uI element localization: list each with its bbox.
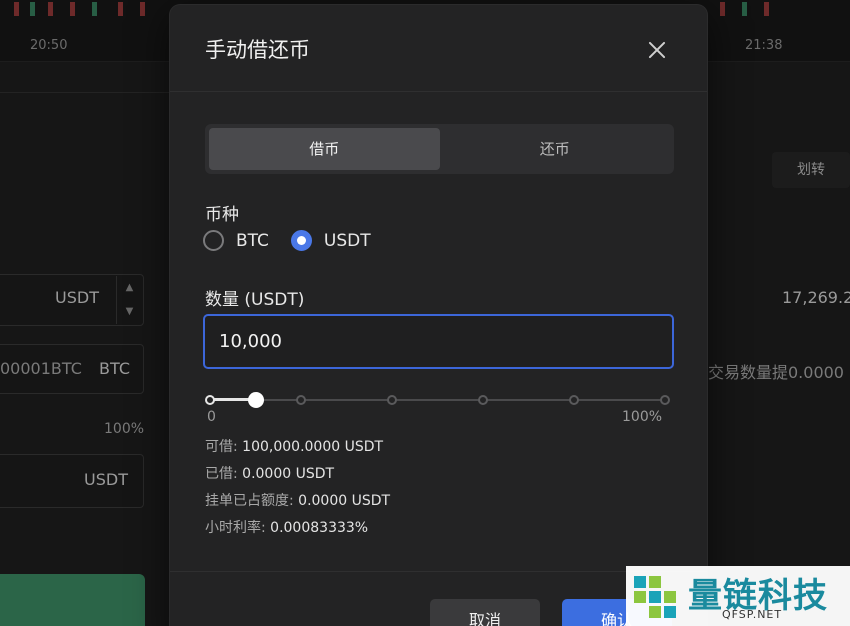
slider-handle[interactable] [247, 392, 264, 408]
candle [48, 2, 53, 16]
candle [720, 2, 725, 16]
price-currency-label: USDT [55, 288, 99, 307]
candle [70, 2, 75, 16]
borrow-repay-tabs: 借币 还币 [205, 124, 674, 174]
slider-track [210, 399, 665, 401]
total-currency-label: USDT [84, 470, 128, 489]
candle [14, 2, 19, 16]
buy-button[interactable] [0, 574, 145, 626]
radio-unchecked-icon[interactable] [203, 230, 224, 251]
close-icon[interactable] [643, 36, 671, 64]
chart-time-label: 21:38 [745, 38, 783, 53]
hourly-rate-label: 小时利率: [205, 520, 271, 536]
radio-label-btc: BTC [236, 230, 269, 251]
chevron-down-icon[interactable]: ▼ [117, 300, 142, 324]
candle [742, 2, 747, 16]
order-occupied-info: 挂单已占额度: 0.0000 USDT [205, 490, 390, 510]
candle [140, 2, 145, 16]
tab-repay[interactable]: 还币 [440, 128, 671, 170]
percent-label: 100% [104, 421, 145, 437]
market-price-value: 17,269.2 [782, 288, 850, 307]
coin-label: 币种 [205, 205, 239, 225]
slider-tick[interactable] [660, 395, 670, 405]
trade-hint-text: 交易数量提0.0000 [708, 363, 844, 382]
slider-tick[interactable] [205, 395, 215, 405]
cancel-button[interactable]: 取消 [430, 599, 540, 626]
watermark: 量链科技 QFSP.NET [626, 566, 850, 626]
order-occupied-label: 挂单已占额度: [205, 493, 299, 509]
balance-text: 00001BTC [0, 359, 82, 378]
watermark-subtext: QFSP.NET [722, 608, 783, 621]
chart-time-label: 20:50 [30, 38, 68, 53]
hourly-rate-value: 0.00083333% [270, 520, 369, 536]
radio-label-usdt: USDT [323, 230, 371, 251]
borrowed-label: 已借: [205, 466, 243, 482]
divider [0, 92, 170, 93]
borrow-repay-dialog: 手动借还币 借币 还币 币种 BTC USDT 数量 (USDT) 0 100% [170, 5, 707, 626]
radio-checked-icon[interactable] [290, 230, 312, 251]
slider-max-label: 100% [622, 409, 663, 425]
amount-slider[interactable] [205, 390, 670, 410]
borrowable-label: 可借: [205, 439, 243, 455]
tab-borrow[interactable]: 借币 [209, 128, 440, 170]
borrowable-value: 100,000.0000 USDT [242, 439, 384, 455]
order-occupied-value: 0.0000 USDT [298, 493, 391, 509]
slider-tick[interactable] [296, 395, 306, 405]
borrowed-info: 已借: 0.0000 USDT [205, 463, 334, 483]
candle [30, 2, 35, 16]
dialog-title: 手动借还币 [205, 38, 310, 62]
radio-usdt[interactable]: USDT [290, 230, 371, 251]
amount-input[interactable] [203, 314, 674, 369]
slider-tick[interactable] [387, 395, 397, 405]
candle [92, 2, 97, 16]
candle [764, 2, 769, 16]
slider-min-label: 0 [207, 409, 216, 425]
price-stepper[interactable]: ▲ ▼ [116, 276, 142, 324]
slider-tick[interactable] [478, 395, 488, 405]
hourly-rate-info: 小时利率: 0.00083333% [205, 517, 368, 537]
radio-btc[interactable]: BTC [203, 230, 269, 251]
borrowable-info: 可借: 100,000.0000 USDT [205, 436, 383, 456]
slider-tick[interactable] [569, 395, 579, 405]
borrowed-value: 0.0000 USDT [242, 466, 335, 482]
watermark-logo-icon [634, 576, 676, 618]
amount-label: 数量 (USDT) [205, 290, 305, 310]
candle [118, 2, 123, 16]
balance-currency: BTC [99, 359, 130, 378]
coin-radio-group: BTC USDT [203, 230, 393, 251]
chevron-up-icon[interactable]: ▲ [117, 276, 142, 300]
transfer-button[interactable]: 划转 [772, 152, 850, 188]
dialog-header: 手动借还币 [170, 5, 707, 92]
